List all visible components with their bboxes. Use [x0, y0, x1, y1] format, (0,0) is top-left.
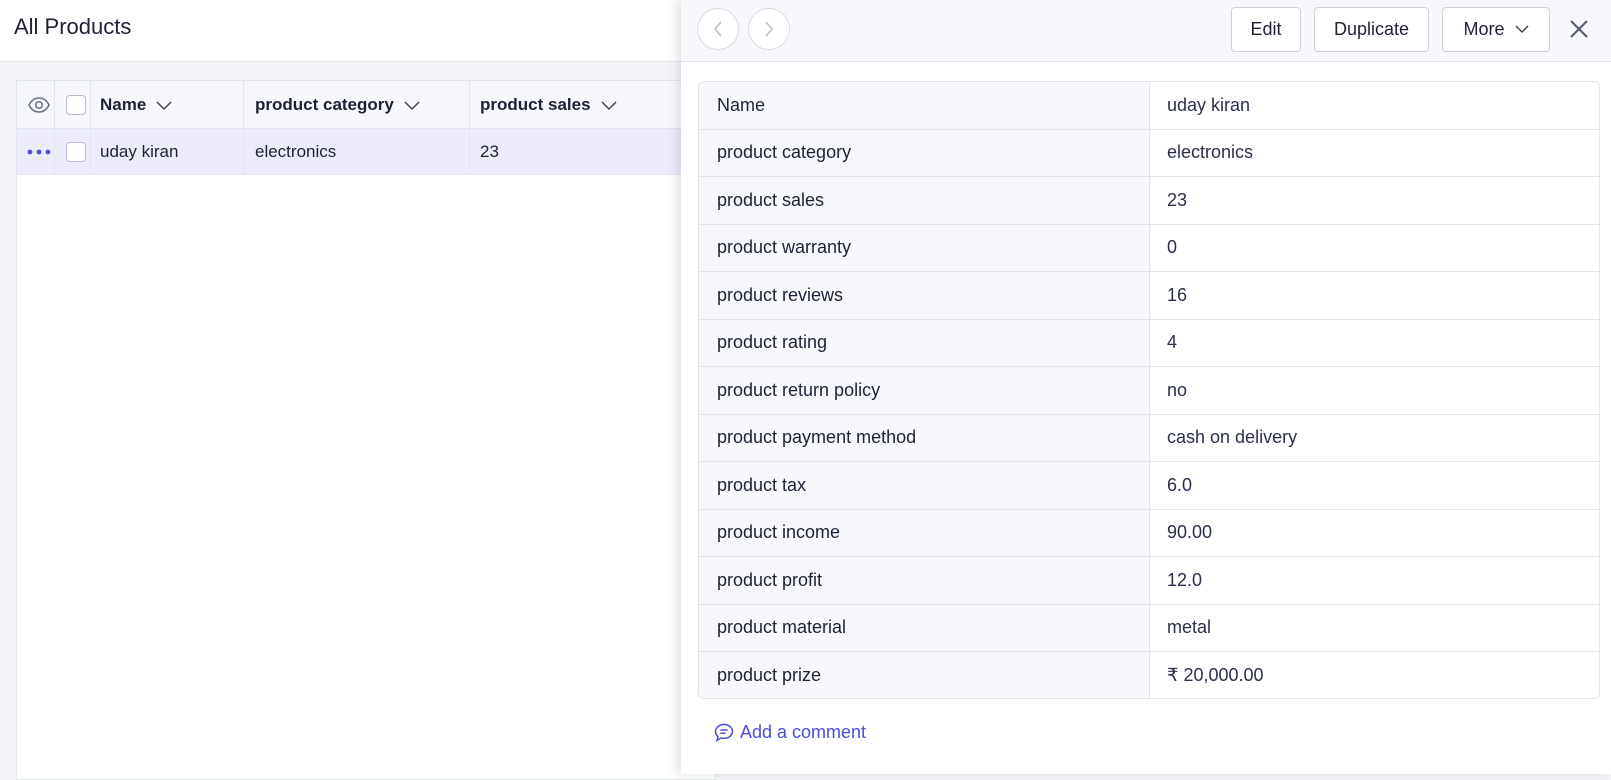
field-label: product rating — [699, 319, 1150, 366]
column-header-product-category[interactable]: product category — [255, 81, 475, 128]
field-label: product income — [699, 509, 1150, 556]
duplicate-button[interactable]: Duplicate — [1314, 7, 1429, 52]
edit-button[interactable]: Edit — [1231, 7, 1301, 52]
grid-header-row: Name product category product sales — [17, 81, 715, 129]
chevron-down-icon — [601, 100, 617, 110]
field-label: product return policy — [699, 367, 1150, 414]
previous-record-button[interactable] — [697, 8, 739, 50]
field-row: product category electronics — [699, 129, 1599, 177]
chevron-down-icon — [1514, 25, 1529, 34]
field-value[interactable]: 90.00 — [1150, 510, 1599, 557]
field-label: product sales — [699, 177, 1150, 224]
field-label: product reviews — [699, 272, 1150, 319]
field-row: product sales 23 — [699, 177, 1599, 225]
cell-sales[interactable]: 23 — [480, 129, 680, 174]
cell-name[interactable]: uday kiran — [100, 129, 250, 174]
field-value[interactable]: 23 — [1150, 177, 1599, 224]
column-header-name[interactable]: Name — [100, 81, 250, 128]
field-label: product category — [699, 129, 1150, 176]
add-comment-link[interactable]: Add a comment — [714, 722, 866, 743]
more-button[interactable]: More — [1442, 7, 1550, 52]
field-row: product warranty 0 — [699, 224, 1599, 272]
column-header-label: Name — [100, 94, 147, 114]
column-header-label: product category — [255, 94, 394, 114]
close-panel-button[interactable] — [1567, 17, 1591, 41]
comment-icon — [714, 723, 734, 742]
field-row: product material metal — [699, 604, 1599, 652]
chevron-down-icon — [156, 100, 172, 110]
checkbox[interactable] — [66, 94, 86, 115]
record-fields-table: Name uday kiran product category electro… — [698, 81, 1600, 699]
cell-category[interactable]: electronics — [255, 129, 475, 174]
select-all-checkbox[interactable] — [61, 81, 91, 128]
column-divider — [243, 81, 244, 175]
field-row: product rating 4 — [699, 319, 1599, 367]
visibility-icon[interactable] — [24, 81, 54, 128]
field-row: product reviews 16 — [699, 272, 1599, 320]
field-row: Name uday kiran — [699, 82, 1599, 130]
close-icon — [1570, 20, 1588, 38]
field-value[interactable]: 6.0 — [1150, 462, 1599, 509]
column-header-label: product sales — [480, 94, 591, 114]
chevron-right-icon — [765, 21, 773, 37]
field-value[interactable]: electronics — [1150, 130, 1599, 177]
field-label: product material — [699, 604, 1150, 651]
row-actions-icon[interactable] — [24, 129, 54, 174]
field-value[interactable]: cash on delivery — [1150, 415, 1599, 462]
field-label: product prize — [699, 652, 1150, 698]
field-row: product return policy no — [699, 367, 1599, 415]
next-record-button[interactable] — [748, 8, 790, 50]
column-header-product-sales[interactable]: product sales — [480, 81, 680, 128]
field-value[interactable]: 0 — [1150, 225, 1599, 272]
field-row: product prize ₹ 20,000.00 — [699, 652, 1599, 698]
field-label: Name — [699, 82, 1150, 129]
field-value[interactable]: uday kiran — [1150, 82, 1599, 129]
field-row: product tax 6.0 — [699, 462, 1599, 510]
field-label: product profit — [699, 557, 1150, 604]
chevron-left-icon — [714, 21, 722, 37]
field-value[interactable]: 12.0 — [1150, 557, 1599, 604]
record-detail-panel: Edit Duplicate More Name uday kiran prod… — [681, 0, 1611, 774]
field-value[interactable]: ₹ 20,000.00 — [1150, 652, 1599, 698]
more-button-label: More — [1463, 19, 1505, 39]
checkbox[interactable] — [66, 141, 86, 162]
field-value[interactable]: 4 — [1150, 320, 1599, 367]
table-row[interactable]: uday kiran electronics 23 — [17, 129, 715, 175]
add-comment-label: Add a comment — [740, 722, 867, 742]
field-label: product payment method — [699, 414, 1150, 461]
field-row: product payment method cash on delivery — [699, 414, 1599, 462]
products-grid: Name product category product sales uday… — [16, 80, 716, 780]
column-divider — [90, 81, 91, 175]
field-value[interactable]: metal — [1150, 605, 1599, 652]
row-checkbox[interactable] — [61, 129, 91, 174]
field-row: product income 90.00 — [699, 509, 1599, 557]
field-label: product tax — [699, 462, 1150, 509]
field-row: product profit 12.0 — [699, 557, 1599, 605]
field-value[interactable]: 16 — [1150, 272, 1599, 319]
panel-toolbar: Edit Duplicate More — [681, 0, 1611, 62]
field-label: product warranty — [699, 224, 1150, 271]
field-value[interactable]: no — [1150, 367, 1599, 414]
column-divider — [469, 81, 470, 175]
page-title: All Products — [14, 14, 132, 39]
chevron-down-icon — [404, 100, 420, 110]
column-divider — [54, 81, 55, 175]
